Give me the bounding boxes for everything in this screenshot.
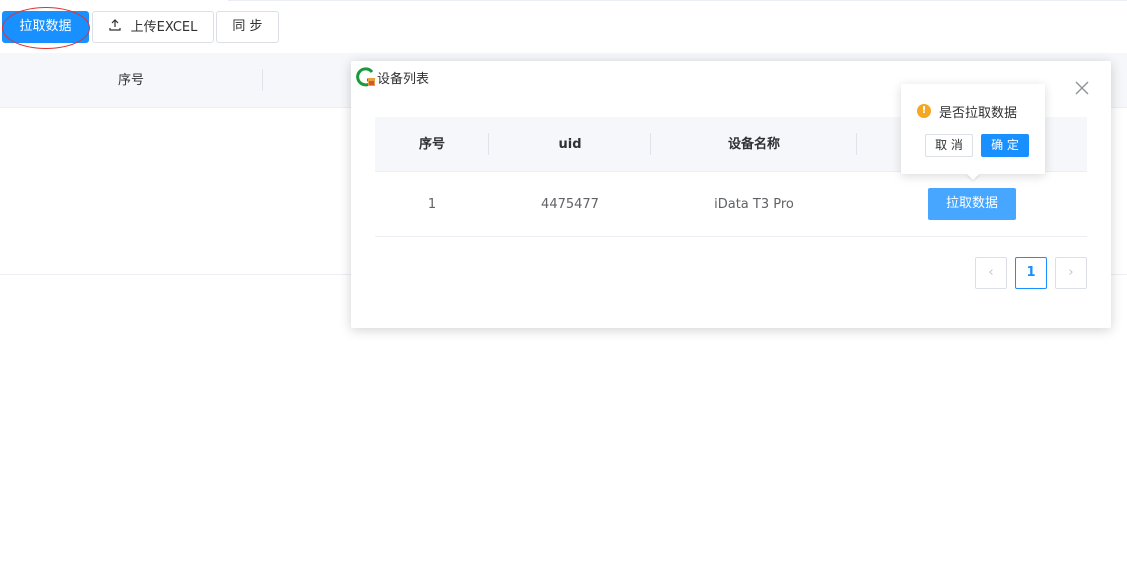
page-number: 1 xyxy=(1026,265,1036,280)
header-device-name: 设备名称 xyxy=(727,137,780,152)
row-uid: 4475477 xyxy=(541,197,599,212)
app-root: 拉取数据 上传EXCEL 同 步 序号 设备列表 序号 uid 设备名称 1 4… xyxy=(0,0,1127,584)
confirm-label: 确 定 xyxy=(991,138,1019,152)
row-index: 1 xyxy=(427,197,437,212)
row-device-name: iData T3 Pro xyxy=(714,197,794,212)
sync-button[interactable]: 同 步 xyxy=(216,11,279,43)
chevron-right-icon: › xyxy=(1068,265,1074,280)
upload-excel-label: 上传EXCEL xyxy=(130,20,198,35)
dialog-title: 设备列表 xyxy=(377,72,430,87)
app-logo-icon xyxy=(355,66,377,88)
page-1-button[interactable]: 1 xyxy=(1015,257,1047,289)
header-uid: uid xyxy=(558,137,582,152)
sync-label: 同 步 xyxy=(232,19,263,34)
next-page-button[interactable]: › xyxy=(1055,257,1087,289)
cancel-label: 取 消 xyxy=(935,138,963,152)
upload-icon xyxy=(109,12,121,42)
column-divider xyxy=(262,69,263,91)
confirm-popover: ! 是否拉取数据 取 消 确 定 xyxy=(901,84,1045,180)
confirm-message: 是否拉取数据 xyxy=(939,106,1018,121)
row-pull-data-label: 拉取数据 xyxy=(945,196,998,211)
warning-icon: ! xyxy=(917,104,931,118)
popover-arrow xyxy=(966,173,980,180)
pull-data-button[interactable]: 拉取数据 xyxy=(2,11,89,43)
row-pull-data-button[interactable]: 拉取数据 xyxy=(928,188,1016,220)
column-divider xyxy=(856,133,857,155)
top-divider xyxy=(228,0,1127,1)
upload-excel-button[interactable]: 上传EXCEL xyxy=(92,11,214,43)
header-index: 序号 xyxy=(418,137,445,152)
table-row: 1 4475477 iData T3 Pro 拉取数据 xyxy=(375,172,1087,237)
confirm-button[interactable]: 确 定 xyxy=(981,134,1029,157)
pull-data-label: 拉取数据 xyxy=(19,19,72,34)
chevron-left-icon: ‹ xyxy=(988,265,994,280)
prev-page-button[interactable]: ‹ xyxy=(975,257,1007,289)
close-icon[interactable] xyxy=(1072,79,1092,99)
cancel-button[interactable]: 取 消 xyxy=(925,134,973,157)
background-header-index: 序号 xyxy=(117,73,144,88)
